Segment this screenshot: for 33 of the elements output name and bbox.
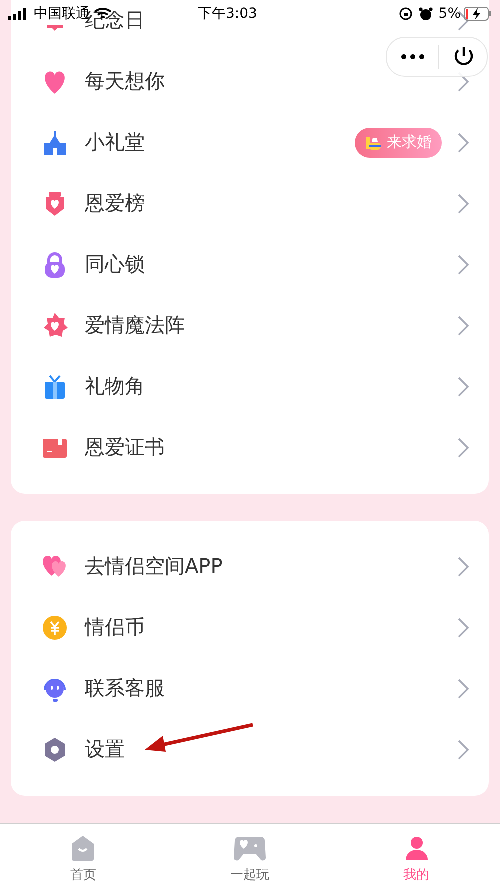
chevron-icon [458, 438, 469, 458]
chevron-icon [458, 556, 469, 576]
tab[interactable]: 一起玩 [166, 824, 334, 889]
gamepad-icon [233, 834, 267, 862]
menu-item[interactable]: 恩爱证书 [85, 434, 165, 461]
tab[interactable]: 首页 [0, 824, 167, 889]
more-icon[interactable] [401, 54, 425, 60]
menu-item[interactable]: 情侣币 [85, 614, 145, 641]
clock-time: 下午3:03 [198, 5, 258, 23]
menu-item[interactable]: 爱情魔法阵 [85, 312, 185, 339]
chevron-icon [458, 376, 469, 396]
battery-percent: 5% [438, 6, 461, 22]
coin-icon [41, 614, 69, 642]
menu-item[interactable]: 礼物角 [85, 373, 145, 400]
menu-item[interactable]: 去情侣空间APP [85, 553, 223, 580]
menu-item[interactable]: 联系客服 [85, 675, 165, 702]
chapel-icon [41, 128, 69, 156]
menu-item[interactable]: 同心锁 [85, 251, 145, 278]
menu-item[interactable]: 恩爱榜 [85, 190, 145, 217]
alarm-icon [418, 7, 433, 21]
rotation-lock-icon [398, 7, 413, 21]
battery-icon [464, 7, 492, 21]
chevron-icon [458, 618, 469, 638]
chevron-icon [458, 678, 469, 698]
chevron-icon [458, 132, 469, 152]
menu-item[interactable]: 小礼堂 [85, 129, 145, 156]
signal-icon [8, 8, 28, 20]
menu-item[interactable]: 每天想你 [85, 68, 165, 95]
chevron-icon [458, 254, 469, 274]
menu-item[interactable]: 设置 [85, 736, 125, 763]
chevron-icon [458, 740, 469, 760]
chevron-icon [458, 316, 469, 336]
chevron-icon [458, 194, 469, 214]
